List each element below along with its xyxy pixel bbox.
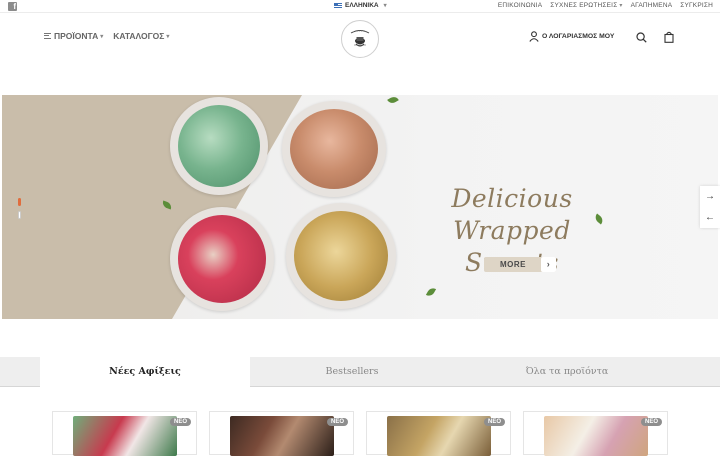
tab-new-arrivals[interactable]: Νέες Αφίξεις <box>40 357 250 389</box>
product-tabs: Νέες Αφίξεις Bestsellers Όλα τα προϊόντα <box>0 357 720 389</box>
more-button[interactable]: MORE › <box>484 257 556 272</box>
more-button-label: MORE <box>500 260 526 269</box>
side-arrows: → ← <box>700 186 720 228</box>
account-link[interactable]: Ο ΛΟΓΑΡΙΑΣΜΟΣ ΜΟΥ <box>529 31 614 42</box>
plate-copper-candies <box>282 101 386 197</box>
product-card[interactable]: ΝΕΟ <box>209 411 354 456</box>
product-image[interactable] <box>230 416 334 456</box>
product-image[interactable] <box>73 416 177 456</box>
hero-title-line1: Delicious Wrapped <box>451 184 573 245</box>
chevron-down-icon: ▾ <box>619 3 623 9</box>
chevron-right-icon: › <box>541 257 556 272</box>
product-card[interactable]: ΝΕΟ <box>523 411 668 456</box>
account-label: Ο ΛΟΓΑΡΙΑΣΜΟΣ ΜΟΥ <box>542 33 615 40</box>
new-badge: ΝΕΟ <box>483 418 505 426</box>
new-badge: ΝΕΟ <box>169 418 191 426</box>
product-grid: ΝΕΟ ΝΕΟ ΝΕΟ ΝΕΟ <box>0 410 720 456</box>
menu-item-products[interactable]: ΠΡΟΪΟΝΤΑ ▾ <box>44 31 103 41</box>
menu-item-catalog[interactable]: ΚΑΤΑΛΟΓΟΣ ▾ <box>113 31 169 41</box>
arrow-left-icon[interactable]: ← <box>705 212 715 223</box>
language-label: ΕΛΛΗΝΙΚΑ <box>345 2 379 9</box>
chevron-down-icon: ▾ <box>383 3 387 9</box>
facebook-icon[interactable]: f <box>8 2 17 11</box>
faq-link-label: ΣΥΧΝΕΣ ΕΡΩΤΗΣΕΙΣ <box>550 2 618 9</box>
faq-link[interactable]: ΣΥΧΝΕΣ ΕΡΩΤΗΣΕΙΣ ▾ <box>550 2 622 9</box>
tab-bestsellers[interactable]: Bestsellers <box>250 357 454 387</box>
top-links: ΕΠΙΚΟΙΝΩΝΙΑ ΣΥΧΝΕΣ ΕΡΩΤΗΣΕΙΣ ▾ ΑΓΑΠΗΜΕΝΑ … <box>498 2 713 9</box>
chevron-down-icon: ▾ <box>100 33 104 40</box>
hamburger-icon <box>44 33 51 39</box>
logo-emblem-icon <box>350 30 370 47</box>
contact-link[interactable]: ΕΠΙΚΟΙΝΩΝΙΑ <box>498 2 542 9</box>
plate-gold-candies <box>286 203 396 309</box>
cart-icon[interactable] <box>664 31 674 43</box>
top-bar: f ΕΛΛΗΝΙΚΑ ▾ ΕΠΙΚΟΙΝΩΝΙΑ ΣΥΧΝΕΣ ΕΡΩΤΗΣΕΙ… <box>0 0 720 13</box>
slider-dots <box>18 198 21 219</box>
menu-item-catalog-label: ΚΑΤΑΛΟΓΟΣ <box>113 31 165 41</box>
language-selector[interactable]: ΕΛΛΗΝΙΚΑ ▾ <box>334 2 387 9</box>
plate-green-candies <box>170 97 268 195</box>
hero-slider: Delicious Wrapped Sweets MORE › <box>2 95 718 319</box>
site-logo[interactable] <box>341 20 379 58</box>
tab-all-products[interactable]: Όλα τα προϊόντα <box>454 357 680 387</box>
favorites-link[interactable]: ΑΓΑΠΗΜΕΝΑ <box>631 2 673 9</box>
chevron-down-icon: ▾ <box>166 33 170 40</box>
leaf-decoration <box>425 286 437 298</box>
leaf-decoration <box>387 95 399 106</box>
slider-dot[interactable] <box>18 211 21 219</box>
user-icon <box>529 31 539 42</box>
plate-red-candies <box>170 207 274 311</box>
menu-item-products-label: ΠΡΟΪΟΝΤΑ <box>54 31 99 41</box>
product-image[interactable] <box>544 416 648 456</box>
compare-link[interactable]: ΣΥΓΚΡΙΣΗ <box>680 2 713 9</box>
search-icon[interactable] <box>636 32 647 43</box>
greek-flag-icon <box>334 2 342 9</box>
main-menu: ΠΡΟΪΟΝΤΑ ▾ ΚΑΤΑΛΟΓΟΣ ▾ <box>44 31 169 41</box>
product-card[interactable]: ΝΕΟ <box>366 411 511 456</box>
arrow-right-icon[interactable]: → <box>705 191 715 202</box>
new-badge: ΝΕΟ <box>640 418 662 426</box>
slider-dot-active[interactable] <box>18 198 21 206</box>
new-badge: ΝΕΟ <box>326 418 348 426</box>
product-image[interactable] <box>387 416 491 456</box>
product-card[interactable]: ΝΕΟ <box>52 411 197 456</box>
